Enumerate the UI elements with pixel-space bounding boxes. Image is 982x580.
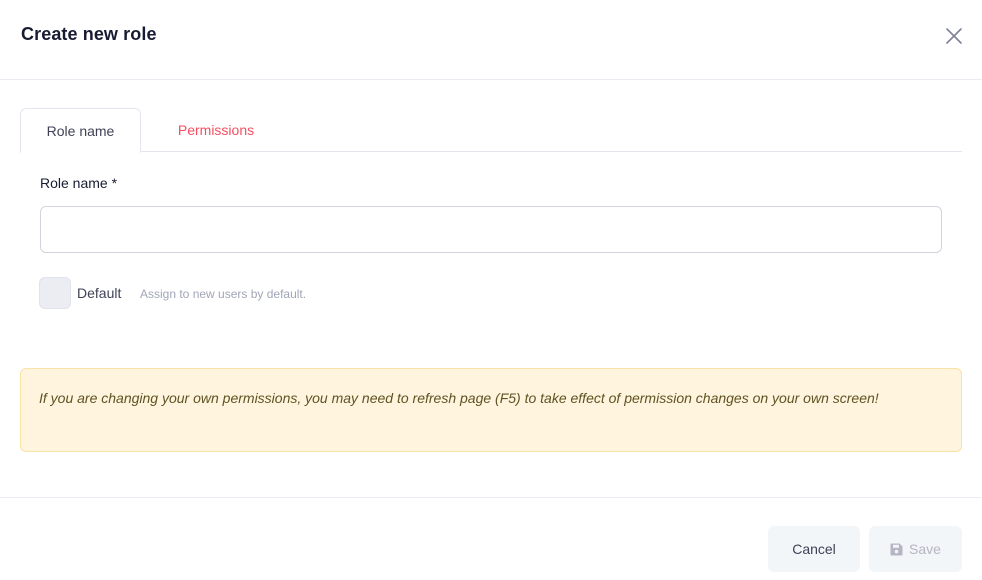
tab-permissions[interactable]: Permissions <box>141 108 291 152</box>
tab-bar: Role name Permissions <box>20 108 962 153</box>
save-button-label: Save <box>909 541 941 557</box>
close-icon <box>946 28 962 44</box>
create-role-modal: Create new role Role name Permissions Ro… <box>0 0 982 580</box>
close-button[interactable] <box>942 24 966 48</box>
role-name-input[interactable] <box>40 206 942 253</box>
tab-role-name[interactable]: Role name <box>20 108 141 153</box>
cancel-button[interactable]: Cancel <box>768 526 860 572</box>
default-checkbox[interactable] <box>39 277 71 309</box>
save-icon <box>890 543 903 555</box>
modal-header: Create new role <box>0 0 982 80</box>
permissions-warning-alert: If you are changing your own permissions… <box>20 368 962 452</box>
default-checkbox-hint: Assign to new users by default. <box>140 287 307 301</box>
alert-text: If you are changing your own permissions… <box>39 390 879 406</box>
role-name-label: Role name * <box>40 175 118 191</box>
save-button[interactable]: Save <box>869 526 962 572</box>
default-checkbox-label: Default <box>77 285 122 301</box>
modal-title: Create new role <box>21 24 157 44</box>
cancel-button-label: Cancel <box>792 541 836 557</box>
